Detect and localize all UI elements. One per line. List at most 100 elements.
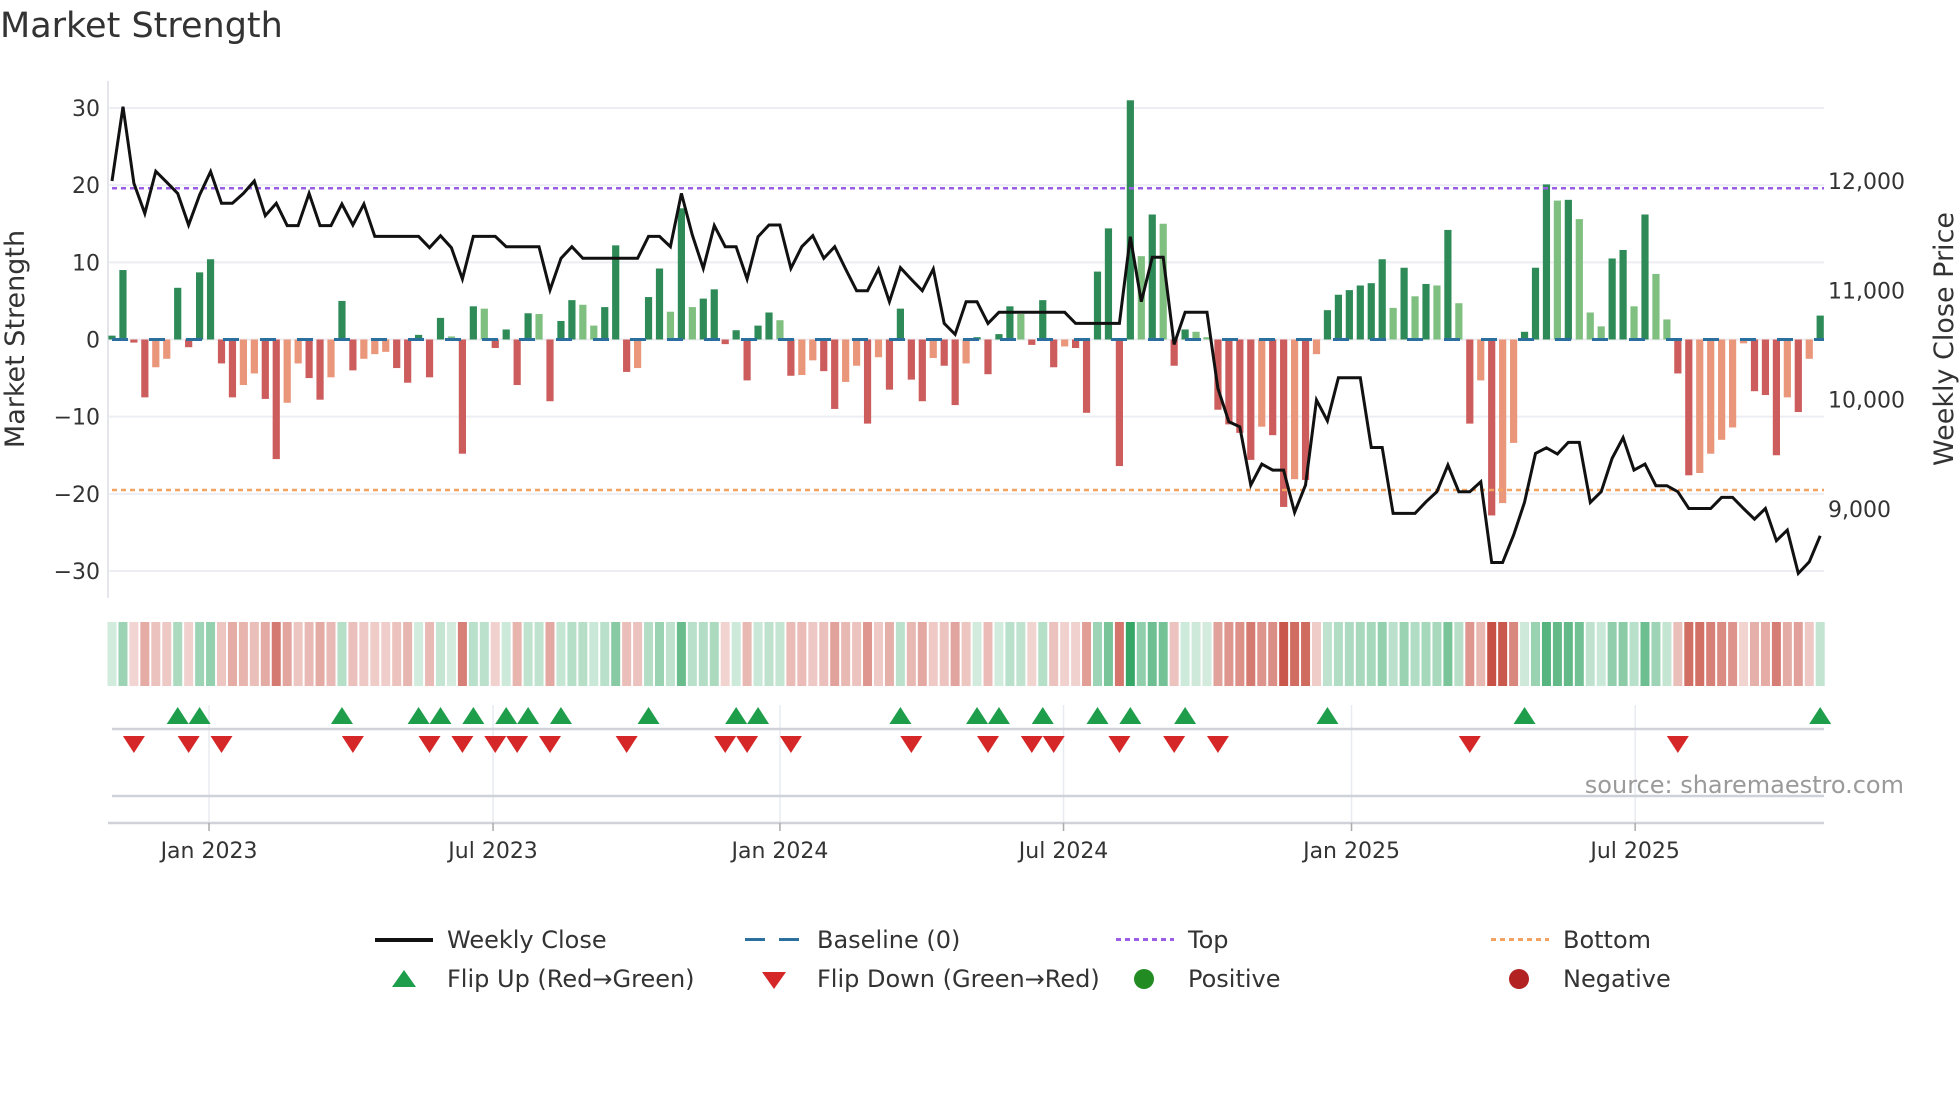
strength-bar [1455, 303, 1463, 340]
flip-down-marker [1666, 736, 1689, 753]
heat-cell [1103, 622, 1113, 686]
strength-bar [1422, 283, 1430, 340]
flip-down-marker [714, 736, 737, 753]
strength-bar [1411, 296, 1419, 340]
line-swatch-icon [375, 925, 433, 955]
strength-bar [863, 339, 872, 424]
strength-bar [1028, 339, 1036, 345]
flip-up-marker [1119, 707, 1142, 724]
heat-cell [775, 622, 785, 686]
heat-cell [1224, 622, 1234, 686]
flip-down-marker [779, 736, 802, 753]
heat-cell [1509, 622, 1519, 686]
heat-cell [961, 622, 971, 686]
legend-flip-down: Flip Down (Green→Red) [745, 964, 1100, 994]
strength-bar [1761, 339, 1770, 396]
heat-cell [709, 622, 719, 686]
strength-bar [1050, 339, 1058, 368]
strength-bar [261, 339, 269, 399]
heat-cell [1640, 622, 1650, 686]
x-tick-label: Jan 2024 [729, 839, 828, 864]
y2-tick-label: 9,000 [1828, 498, 1891, 523]
strength-bar [710, 289, 718, 340]
strength-bar [152, 339, 160, 368]
heat-cell [271, 622, 281, 686]
heat-cell [928, 622, 938, 686]
heat-cell [1673, 622, 1683, 686]
heat-cell [173, 622, 183, 686]
heat-cell [1815, 622, 1825, 686]
strength-bar [743, 339, 751, 381]
flip-up-marker [188, 707, 211, 724]
strength-bar [732, 330, 740, 340]
y2-tick-label: 10,000 [1828, 389, 1905, 414]
flip-down-marker [210, 736, 233, 753]
heat-cell [874, 622, 883, 686]
heat-cell [1312, 622, 1321, 686]
flip-down-marker [1108, 736, 1131, 753]
flip-down-marker [1458, 736, 1481, 753]
strength-bar [1652, 273, 1660, 340]
strength-bar [404, 339, 412, 383]
strength-bar [1269, 339, 1277, 436]
strength-bar [842, 339, 850, 382]
flip-down-marker [418, 736, 441, 753]
flip-down-marker [341, 736, 364, 753]
x-tick-label: Jul 2024 [1017, 839, 1109, 864]
heat-cell [479, 622, 489, 686]
strength-bar [1345, 290, 1353, 340]
flip-up-marker [330, 707, 353, 724]
heat-cell [1804, 622, 1814, 686]
strength-bar [130, 339, 138, 343]
heat-cell [1771, 622, 1781, 686]
heat-cell [184, 622, 194, 686]
strength-bar [250, 339, 258, 374]
strength-bar [1093, 271, 1102, 340]
heat-cell [950, 622, 960, 686]
strength-bar [820, 339, 828, 372]
strength-bar [1181, 329, 1189, 340]
strength-bar [896, 308, 904, 340]
strength-bar [601, 307, 609, 340]
strength-bar [853, 339, 861, 366]
heat-cell [1399, 622, 1409, 686]
heat-cell [1388, 622, 1398, 686]
strength-bar [174, 287, 182, 340]
heat-cell [1596, 622, 1606, 686]
heat-cell [195, 622, 205, 686]
strength-bar [436, 317, 445, 340]
heat-cell [939, 622, 949, 686]
heat-cell [490, 622, 500, 686]
heat-cell [698, 622, 708, 686]
heat-cell [337, 622, 347, 686]
heat-cell [107, 622, 117, 686]
legend-label: Flip Up (Red→Green) [447, 965, 695, 993]
legend-label: Top [1188, 926, 1229, 954]
legend-label: Baseline (0) [817, 926, 961, 954]
heat-cell [1191, 622, 1201, 686]
heat-cell [1049, 622, 1059, 686]
heat-cell [1344, 622, 1354, 686]
y-tick-label: 30 [72, 97, 100, 122]
strength-bar [798, 339, 806, 375]
heat-cell [293, 622, 303, 686]
strength-bar [294, 339, 302, 364]
strength-bar [1586, 312, 1594, 340]
strength-bar [590, 325, 598, 340]
heat-cell [1005, 622, 1015, 686]
y-tick-label: 0 [86, 329, 100, 354]
flip-up-marker [1809, 707, 1832, 724]
strength-bar [535, 314, 543, 340]
heat-cell [1487, 622, 1497, 686]
heat-cell [633, 622, 643, 686]
strength-bar [1663, 319, 1671, 340]
heat-cell [1158, 622, 1168, 686]
heat-cell [644, 622, 654, 686]
heat-cell [151, 622, 161, 686]
strength-bar [163, 339, 171, 359]
strength-bar [918, 339, 926, 402]
heat-cell [1706, 622, 1716, 686]
heat-cell [819, 622, 829, 686]
flip-up-marker [429, 707, 452, 724]
strength-bar [677, 208, 685, 340]
